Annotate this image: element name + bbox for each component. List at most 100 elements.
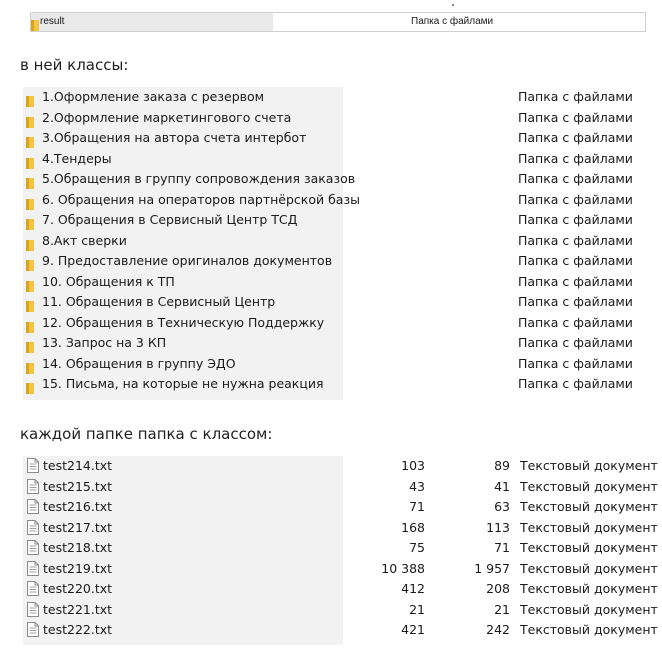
folder-icon xyxy=(31,16,39,35)
folder-name: 9. Предоставление оригиналов документов xyxy=(42,253,333,268)
folder-row[interactable]: 7. Обращения в Сервисный Центр ТСД Папка … xyxy=(23,210,633,231)
folder-type: Папка с файлами xyxy=(518,191,633,207)
folder-name: 13. Запрос на 3 КП xyxy=(42,335,167,350)
folder-name: 8.Акт сверки xyxy=(42,232,127,248)
file-type: Текстовый документ xyxy=(520,581,658,596)
folder-type: Папка с файлами xyxy=(518,376,633,391)
file-row[interactable]: test222.txt 421 242 Текстовый документ xyxy=(23,620,658,641)
folder-name: 6. Обращения на операторов партнёрской б… xyxy=(42,191,360,207)
text-file-icon xyxy=(27,458,39,477)
file-type: Текстовый документ xyxy=(520,622,658,637)
text-file-icon xyxy=(27,519,39,539)
file-compressed-size: 41 xyxy=(494,478,510,494)
file-row[interactable]: test220.txt 412 208 Текстовый документ xyxy=(23,579,658,600)
folder-row[interactable]: 15. Письма, на которые не нужна реакция П… xyxy=(23,374,633,395)
folder-name: 3.Обращения на автора счета интербот xyxy=(42,130,307,145)
file-name: test219.txt xyxy=(43,560,113,576)
folder-name: 2.Оформление маркетингового счета xyxy=(42,109,292,125)
file-name: test220.txt xyxy=(43,581,113,596)
folder-name: 5.Обращения в группу сопровождения заказ… xyxy=(42,171,356,186)
folder-row[interactable]: 3.Обращения на автора счета интербот Папк… xyxy=(23,128,633,149)
file-compressed-size: 208 xyxy=(486,581,510,596)
file-compressed-size: 71 xyxy=(494,540,510,555)
folder-row[interactable]: 11. Обращения в Сервисный Центр Папка с ф… xyxy=(23,292,633,313)
folder-name: 7. Обращения в Сервисный Центр ТСД xyxy=(42,212,298,227)
folder-row[interactable]: 2.Оформление маркетингового счета Папка с… xyxy=(23,108,633,129)
result-folder-row[interactable]: result Папка с файлами xyxy=(30,12,646,32)
file-type: Текстовый документ xyxy=(520,478,658,494)
text-file-icon xyxy=(27,581,39,600)
folder-type: Папка с файлами xyxy=(518,171,633,186)
file-size: 71 xyxy=(409,499,425,514)
file-type: Текстовый документ xyxy=(520,519,658,535)
folder-type: Папка с файлами xyxy=(518,253,633,268)
folder-type: Папка с файлами xyxy=(518,89,633,104)
folder-type: Папка с файлами xyxy=(518,294,633,309)
file-row[interactable]: test215.txt 43 41 Текстовый документ xyxy=(23,477,658,498)
file-size: 412 xyxy=(401,581,425,596)
folder-type: Папка с файлами xyxy=(518,150,633,166)
folder-row[interactable]: 5.Обращения в группу сопровождения заказ… xyxy=(23,169,633,190)
folder-icon xyxy=(26,379,34,398)
folder-type: Папка с файлами xyxy=(518,109,633,125)
file-type: Текстовый документ xyxy=(520,458,658,473)
folder-name: 14. Обращения в группу ЭДО xyxy=(42,355,236,371)
file-size: 168 xyxy=(401,519,425,535)
file-name: test214.txt xyxy=(43,458,113,473)
stray-dot xyxy=(452,4,454,6)
file-compressed-size: 113 xyxy=(486,519,510,535)
text-file-icon xyxy=(27,499,39,518)
folder-type: Папка с файлами xyxy=(518,130,633,145)
folder-type: Папка с файлами xyxy=(411,16,494,27)
file-compressed-size: 63 xyxy=(494,499,510,514)
folder-row[interactable]: 9. Предоставление оригиналов документов П… xyxy=(23,251,633,272)
file-row[interactable]: test214.txt 103 89 Текстовый документ xyxy=(23,456,658,477)
caption-classes: в ней классы: xyxy=(20,56,129,74)
file-row[interactable]: test219.txt 10 388 1 957 Текстовый документ xyxy=(23,559,658,580)
folder-row[interactable]: 6. Обращения на операторов партнёрской б… xyxy=(23,190,633,211)
file-compressed-size: 1 957 xyxy=(474,560,510,576)
folder-row[interactable]: 1.Оформление заказа с резервом Папка с фа… xyxy=(23,87,633,108)
file-compressed-size: 89 xyxy=(494,458,510,473)
file-row[interactable]: test218.txt 75 71 Текстовый документ xyxy=(23,538,658,559)
row-selection xyxy=(31,13,273,31)
folder-name: 1.Оформление заказа с резервом xyxy=(42,89,265,104)
file-size: 75 xyxy=(409,540,425,555)
folder-row[interactable]: 12. Обращения в Техническую Поддержку Пап… xyxy=(23,313,633,334)
file-type: Текстовый документ xyxy=(520,560,658,576)
file-size: 103 xyxy=(401,458,425,473)
folder-row[interactable]: 13. Запрос на 3 КП Папка с файлами xyxy=(23,333,633,354)
caption-each-folder: каждой папке папка с классом: xyxy=(20,425,273,443)
file-row[interactable]: test217.txt 168 113 Текстовый документ xyxy=(23,518,658,539)
folder-name: 12. Обращения в Техническую Поддержку xyxy=(42,314,325,330)
text-file-icon xyxy=(27,478,39,498)
folder-type: Папка с файлами xyxy=(518,232,633,248)
folder-row[interactable]: 10. Обращения к ТП Папка с файлами xyxy=(23,272,633,293)
file-name: test221.txt xyxy=(43,601,113,617)
folder-row[interactable]: 14. Обращения в группу ЭДО Папка с файлам… xyxy=(23,354,633,375)
file-name: test216.txt xyxy=(43,499,113,514)
file-row[interactable]: test221.txt 21 21 Текстовый документ xyxy=(23,600,658,621)
file-compressed-size: 21 xyxy=(494,601,510,617)
text-file-icon xyxy=(27,560,39,580)
folder-name: 10. Обращения к ТП xyxy=(42,273,175,289)
folder-row[interactable]: 4.Тендеры Папка с файлами xyxy=(23,149,633,170)
file-name: test217.txt xyxy=(43,519,113,535)
folder-name: 11. Обращения в Сервисный Центр xyxy=(42,294,276,309)
file-size: 10 388 xyxy=(381,560,425,576)
file-type: Текстовый документ xyxy=(520,601,658,617)
text-file-list: test214.txt 103 89 Текстовый документ test21… xyxy=(23,456,658,645)
file-size: 43 xyxy=(409,478,425,494)
folder-type: Папка с файлами xyxy=(518,273,633,289)
file-compressed-size: 242 xyxy=(486,622,510,637)
file-size: 21 xyxy=(409,601,425,617)
folder-name: result xyxy=(40,16,65,27)
class-folder-list: 1.Оформление заказа с резервом Папка с фа… xyxy=(23,87,633,400)
folder-name: 15. Письма, на которые не нужна реакция xyxy=(42,376,324,391)
file-name: test222.txt xyxy=(43,622,113,637)
file-size: 421 xyxy=(401,622,425,637)
folder-row[interactable]: 8.Акт сверки Папка с файлами xyxy=(23,231,633,252)
text-file-icon xyxy=(27,622,39,641)
file-row[interactable]: test216.txt 71 63 Текстовый документ xyxy=(23,497,658,518)
folder-type: Папка с файлами xyxy=(518,355,633,371)
